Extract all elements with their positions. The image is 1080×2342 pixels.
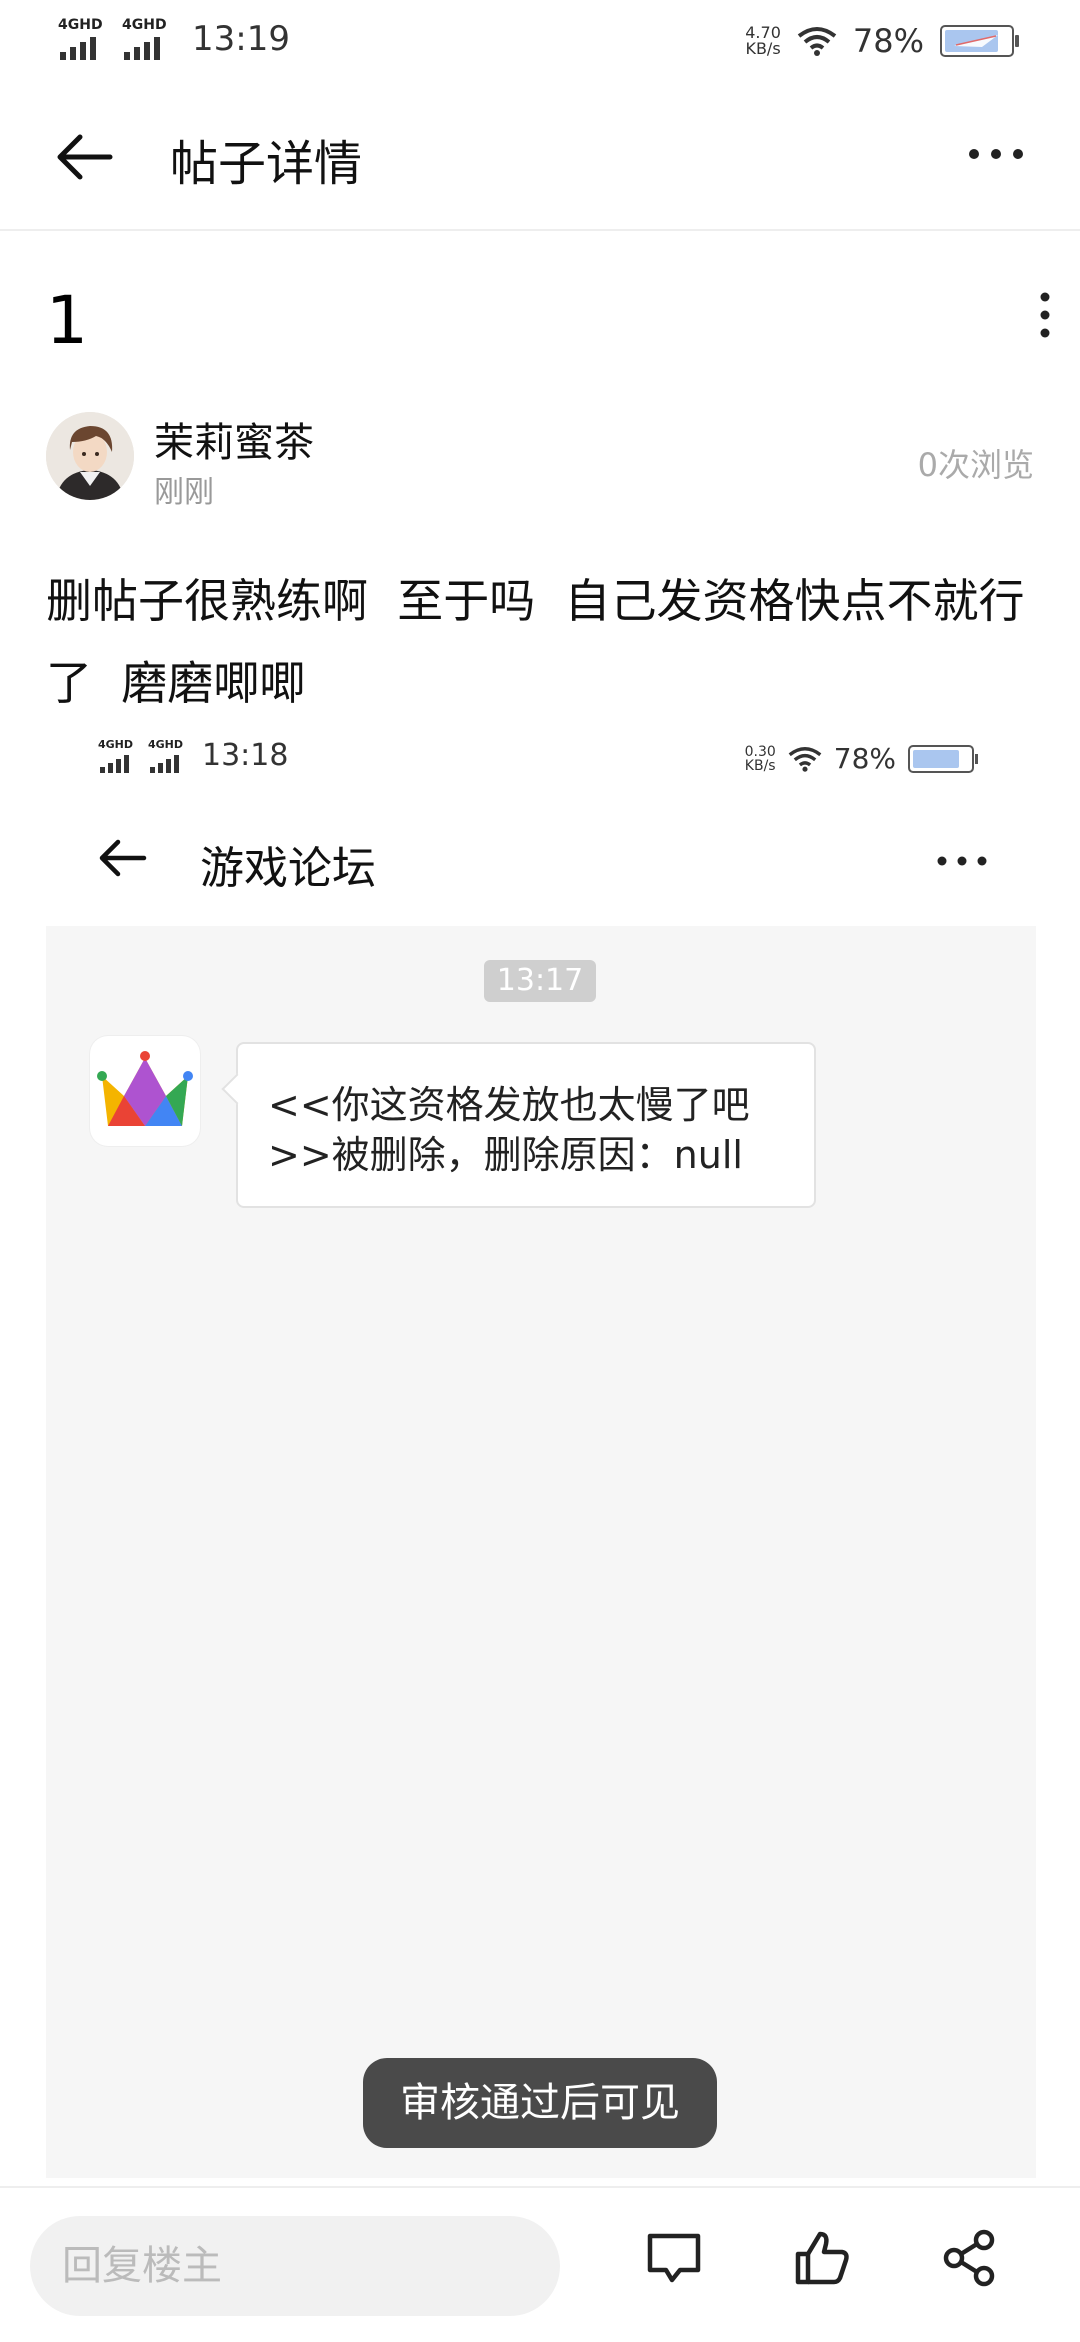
view-count: 0次浏览 xyxy=(917,446,1034,484)
more-dots-icon[interactable] xyxy=(966,134,1026,174)
comment-icon[interactable] xyxy=(642,2226,706,2290)
chat-timestamp: 13:17 xyxy=(484,960,596,1002)
more-dots-icon xyxy=(937,856,987,866)
embedded-chat-area: 13:17 <<你这资格发放也太慢了吧 >>被删除，删除原因：null xyxy=(46,926,1036,2178)
back-arrow-icon[interactable] xyxy=(50,122,120,192)
wifi-icon xyxy=(797,27,837,56)
avatar[interactable] xyxy=(46,412,134,500)
embedded-screenshot[interactable]: 4GHD 4GHD 13:18 0.30 KB/s 78% 游戏论坛 13:17… xyxy=(46,728,1036,2178)
status-time: 13:19 xyxy=(192,19,290,59)
vertical-dots-icon[interactable] xyxy=(1030,290,1060,340)
embedded-status-time: 13:18 xyxy=(202,738,289,773)
battery-icon xyxy=(908,744,978,773)
reply-input[interactable]: 回复楼主 xyxy=(30,2216,560,2316)
cell-signal-icon: 4GHD xyxy=(148,739,188,773)
bottom-bar: 回复楼主 xyxy=(0,2186,1080,2342)
battery-icon xyxy=(940,25,1019,57)
wifi-icon xyxy=(788,746,822,772)
page-title: 帖子详情 xyxy=(170,136,363,192)
status-bar: 4GHD 4GHD 13:19 4.70 KB/s 78% xyxy=(0,0,1080,84)
app-crown-icon xyxy=(90,1036,200,1146)
cell-signal-icon: 4GHD xyxy=(58,18,108,60)
like-icon[interactable] xyxy=(790,2226,854,2290)
embedded-title: 游戏论坛 xyxy=(200,843,376,894)
embedded-battery-percent: 78% xyxy=(833,742,896,775)
network-speed: 4.70 KB/s xyxy=(745,23,781,58)
chat-message-bubble: <<你这资格发放也太慢了吧 >>被删除，删除原因：null xyxy=(236,1042,816,1208)
cell-signal-icon: 4GHD xyxy=(122,18,172,60)
post-time: 刚刚 xyxy=(154,475,214,510)
toast-message: 审核通过后可见 xyxy=(363,2058,717,2148)
author-name[interactable]: 茉莉蜜茶 xyxy=(154,410,314,468)
embedded-header: 4GHD 4GHD 13:18 0.30 KB/s 78% 游戏论坛 xyxy=(46,728,1036,926)
cell-signal-icon: 4GHD xyxy=(98,739,138,773)
back-arrow-icon xyxy=(99,839,147,877)
battery-percent: 78% xyxy=(852,22,924,60)
embedded-network-speed: 0.30 KB/s xyxy=(744,743,776,774)
share-icon[interactable] xyxy=(938,2226,1002,2290)
app-header: 帖子详情 xyxy=(0,84,1080,231)
post-body: 删帖子很熟练啊 至于吗 自己发资格快点不就行了 磨磨唧唧 xyxy=(46,574,1025,710)
post-title: 1 xyxy=(46,282,88,359)
